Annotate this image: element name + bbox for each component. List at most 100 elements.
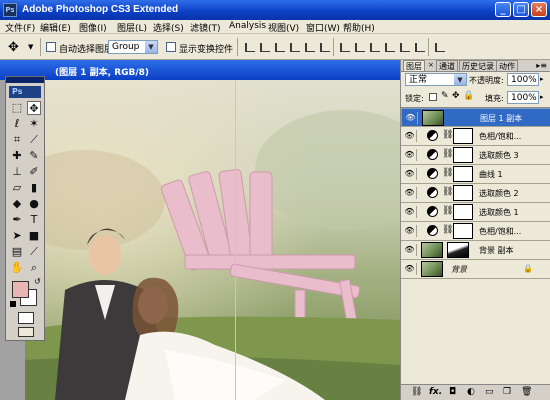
move-tool-icon[interactable]: ✥ (27, 101, 41, 115)
zoom-tool-icon[interactable]: ⌕ (27, 261, 41, 275)
layer-row[interactable]: 👁 ⛓ 选取颜色 1 (401, 203, 550, 222)
auto-select-dropdown[interactable]: Group ▼ (108, 40, 158, 54)
fill-input[interactable]: 100% (507, 91, 539, 104)
swap-colors-icon[interactable]: ↺ (34, 277, 41, 286)
close-button[interactable]: × (531, 2, 547, 17)
menu-help[interactable]: 帮助(H) (343, 21, 375, 34)
blur-tool-icon[interactable]: ◆ (10, 197, 24, 211)
screen-mode-icon[interactable] (18, 327, 34, 337)
default-colors-icon[interactable] (10, 301, 16, 307)
align-right-icon[interactable] (320, 43, 330, 52)
adjustment-icon[interactable]: ◐ (467, 387, 475, 397)
blend-mode-dropdown[interactable]: 正常 ▼ (405, 73, 467, 86)
align-vcenter-icon[interactable] (260, 43, 270, 52)
tab-close-icon[interactable]: × (428, 61, 434, 69)
eraser-tool-icon[interactable]: ▱ (10, 181, 24, 195)
lock-position-icon[interactable]: ✥ (452, 91, 460, 101)
visibility-eye-icon[interactable]: 👁 (403, 206, 417, 218)
marquee-tool-icon[interactable]: ⬚ (10, 101, 24, 115)
menu-select[interactable]: 选择(S) (153, 21, 184, 34)
align-bottom-icon[interactable] (275, 43, 285, 52)
history-brush-tool-icon[interactable]: ✐ (27, 165, 41, 179)
layer-row[interactable]: 👁 背景 🔒 (401, 260, 550, 279)
align-left-icon[interactable] (290, 43, 300, 52)
menu-layer[interactable]: 图层(L) (117, 21, 147, 34)
distribute-hcenter-icon[interactable] (400, 43, 410, 52)
panel-menu-icon[interactable]: ▸≡ (536, 61, 547, 70)
lock-image-icon[interactable]: ✎ (441, 91, 449, 101)
fx-icon[interactable]: fx. (429, 387, 442, 397)
menu-window[interactable]: 窗口(W) (306, 21, 340, 34)
lock-transparent-icon[interactable] (429, 93, 437, 101)
visibility-eye-icon[interactable]: 👁 (403, 225, 417, 237)
menu-edit[interactable]: 编辑(E) (40, 21, 71, 34)
distribute-top-icon[interactable] (340, 43, 350, 52)
layer-row[interactable]: 👁 ⛓ 选取颜色 3 (401, 146, 550, 165)
visibility-eye-icon[interactable]: 👁 (403, 187, 417, 199)
new-layer-icon[interactable]: ❐ (503, 387, 511, 397)
distribute-left-icon[interactable] (385, 43, 395, 52)
lasso-tool-icon[interactable]: ℓ (10, 117, 24, 131)
link-icon[interactable]: ⛓ (411, 387, 422, 397)
pen-tool-icon[interactable]: ✒ (10, 213, 24, 227)
layer-row[interactable]: 👁 ⛓ 色相/饱和... (401, 222, 550, 241)
show-transform-checkbox[interactable] (166, 42, 176, 52)
visibility-eye-icon[interactable]: 👁 (403, 244, 417, 256)
toolbox-header[interactable] (6, 77, 44, 83)
eyedropper-tool-icon[interactable]: ⟋ (27, 245, 41, 259)
foreground-color-swatch[interactable] (12, 281, 29, 298)
visibility-eye-icon[interactable]: 👁 (404, 112, 418, 124)
auto-select-checkbox[interactable] (46, 42, 56, 52)
canvas-guide-line[interactable] (235, 80, 236, 400)
tab-channels[interactable]: 通道 (436, 60, 458, 71)
menu-analysis[interactable]: Analysis (229, 21, 266, 31)
distribute-right-icon[interactable] (415, 43, 425, 52)
magic-wand-tool-icon[interactable]: ✶ (27, 117, 41, 131)
path-selection-tool-icon[interactable]: ➤ (10, 229, 24, 243)
slice-tool-icon[interactable]: ⟋ (27, 133, 41, 147)
lock-all-icon[interactable]: 🔒 (463, 91, 474, 101)
rectangle-tool-icon[interactable]: ■ (27, 229, 41, 243)
tab-actions[interactable]: 动作 (496, 60, 518, 71)
menu-image[interactable]: 图像(I) (79, 21, 107, 34)
folder-icon[interactable]: ▭ (485, 387, 494, 397)
tool-preset-chevron-down-icon[interactable]: ▼ (28, 43, 33, 51)
trash-icon[interactable]: 🗑 (521, 387, 532, 397)
crop-tool-icon[interactable]: ⌗ (10, 133, 24, 147)
layer-row[interactable]: 👁 图层 1 副本 (401, 108, 550, 127)
canvas-area[interactable] (0, 80, 400, 400)
menu-filter[interactable]: 滤镜(T) (190, 21, 221, 34)
opacity-slider-arrow-icon[interactable]: ▸ (540, 75, 544, 83)
menu-file[interactable]: 文件(F) (5, 21, 35, 34)
quick-mask-icon[interactable] (18, 312, 34, 324)
type-tool-icon[interactable]: T (27, 213, 41, 227)
mask-icon[interactable]: ◘ (449, 387, 456, 397)
align-top-icon[interactable] (245, 43, 255, 52)
gradient-tool-icon[interactable]: ▮ (27, 181, 41, 195)
maximize-button[interactable]: □ (513, 2, 529, 17)
dodge-tool-icon[interactable]: ● (27, 197, 41, 211)
layer-row[interactable]: 👁 ⛓ 选取颜色 2 (401, 184, 550, 203)
opacity-input[interactable]: 100% (507, 73, 539, 86)
layer-row[interactable]: 👁 ⛓ 色相/饱和... (401, 127, 550, 146)
layer-row[interactable]: 👁 ⛓ 曲线 1 (401, 165, 550, 184)
notes-tool-icon[interactable]: ▤ (10, 245, 24, 259)
visibility-eye-icon[interactable]: 👁 (403, 168, 417, 180)
menu-view[interactable]: 视图(V) (268, 21, 299, 34)
hand-tool-icon[interactable]: ✋ (10, 261, 24, 275)
healing-brush-tool-icon[interactable]: ✚ (10, 149, 24, 163)
distribute-vcenter-icon[interactable] (355, 43, 365, 52)
distribute-bottom-icon[interactable] (370, 43, 380, 52)
photo-canvas[interactable] (25, 80, 400, 400)
visibility-eye-icon[interactable]: 👁 (403, 263, 417, 275)
auto-align-icon[interactable] (435, 43, 445, 52)
minimize-button[interactable]: _ (495, 2, 511, 17)
fill-slider-arrow-icon[interactable]: ▸ (540, 93, 544, 101)
brush-tool-icon[interactable]: ✎ (27, 149, 41, 163)
layer-row[interactable]: 👁 背景 副本 (401, 241, 550, 260)
align-hcenter-icon[interactable] (305, 43, 315, 52)
tab-layers[interactable]: 图层 (403, 60, 425, 71)
clone-stamp-tool-icon[interactable]: ⊥ (10, 165, 24, 179)
visibility-eye-icon[interactable]: 👁 (403, 149, 417, 161)
visibility-eye-icon[interactable]: 👁 (403, 130, 417, 142)
